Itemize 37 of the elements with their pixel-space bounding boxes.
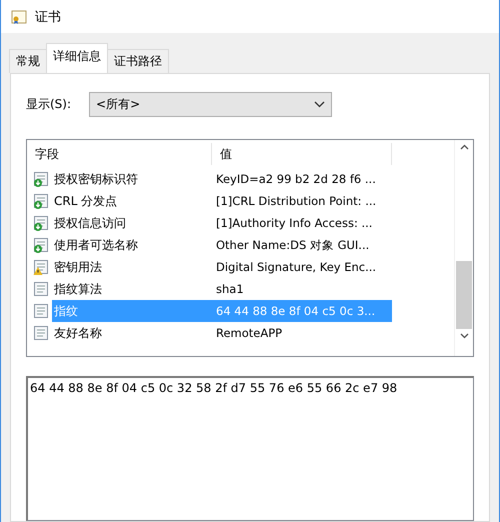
chevron-up-icon[interactable] [460, 144, 468, 150]
field-value[interactable]: Other Name:DS 对象 GUI... [212, 234, 392, 256]
window-title: 证书 [35, 8, 61, 26]
value-text-area[interactable]: 64 44 88 8e 8f 04 c5 0c 32 58 2f d7 55 76 e6 55 66 2c e7 98 [26, 376, 474, 521]
document-warning-icon [33, 258, 50, 276]
document-download-icon [33, 192, 50, 210]
tab[interactable]: 详细信息 [46, 43, 108, 73]
column-header[interactable]: 值 [212, 143, 392, 165]
show-dropdown[interactable]: <所有> [89, 92, 332, 117]
field-name[interactable]: 密钥用法 [52, 256, 212, 278]
field-name[interactable]: 指纹算法 [52, 278, 212, 300]
document-download-icon [33, 214, 50, 232]
field-value[interactable]: KeyID=a2 99 b2 2d 28 f6 ... [212, 168, 392, 190]
field-value[interactable]: sha1 [212, 278, 392, 300]
scrollbar[interactable] [454, 140, 473, 356]
chevron-down-icon [314, 101, 326, 108]
field-value[interactable]: Digital Signature, Key Enc... [212, 256, 392, 278]
field-value[interactable]: [1]CRL Distribution Point: ... [212, 190, 392, 212]
field-name[interactable]: 友好名称 [52, 322, 212, 344]
field-name[interactable]: CRL 分发点 [52, 190, 212, 212]
document-download-icon [33, 236, 50, 254]
chevron-down-icon[interactable] [460, 333, 468, 339]
field-name[interactable]: 使用者可选名称 [52, 234, 212, 256]
document-icon [33, 280, 50, 298]
scroll-thumb[interactable] [456, 261, 472, 329]
field-value[interactable]: RemoteAPP [212, 322, 392, 344]
tab[interactable]: 常规 [9, 49, 47, 73]
field-name[interactable]: 授权信息访问 [52, 212, 212, 234]
tab[interactable]: 证书路径 [107, 49, 169, 73]
certificate-icon [11, 8, 27, 24]
document-icon [33, 324, 50, 342]
document-download-icon [33, 170, 50, 188]
show-label: 显示(S): [26, 96, 72, 113]
column-header[interactable]: 字段 [27, 143, 212, 165]
document-icon [33, 302, 50, 320]
field-name[interactable]: 授权密钥标识符 [52, 168, 212, 190]
field-value[interactable]: [1]Authority Info Access: ... [212, 212, 392, 234]
